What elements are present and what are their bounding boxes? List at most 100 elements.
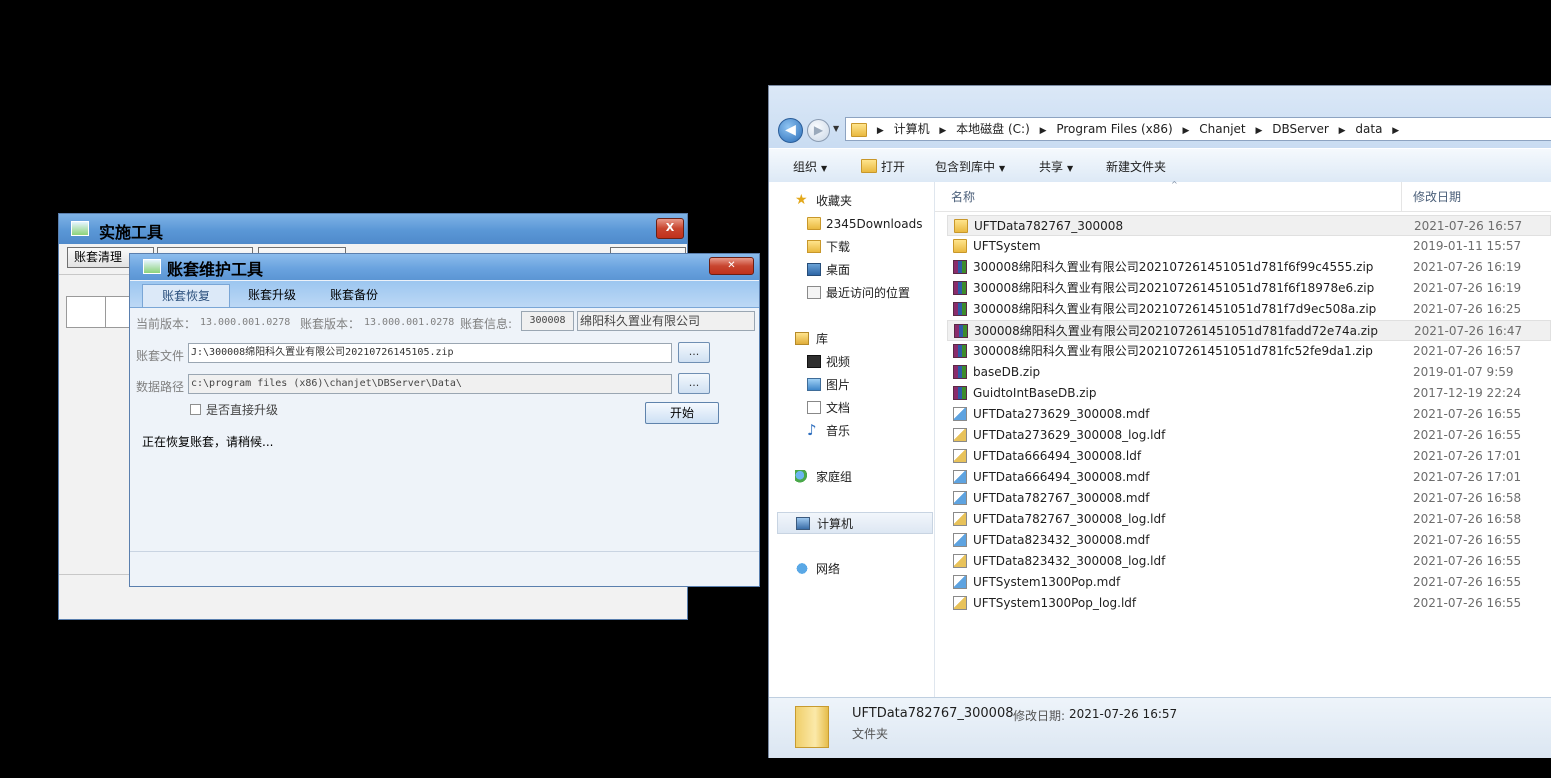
breadcrumb-chanjet[interactable]: Chanjet (1199, 118, 1245, 140)
zip-archive-icon (953, 386, 967, 400)
file-modified-date: 2021-07-26 17:01 (1413, 470, 1522, 484)
file-row[interactable]: UFTData782767_300008_log.ldf 2021-07-26 1… (947, 509, 1551, 530)
folder-icon (953, 239, 967, 253)
nav-libraries[interactable]: 库 (769, 328, 933, 350)
title-bar[interactable]: 账套维护工具 ✕ (130, 254, 759, 280)
organize-menu[interactable]: 组织 ▼ (793, 158, 827, 175)
file-modified-date: 2021-07-26 16:47 (1414, 324, 1523, 338)
file-row[interactable]: UFTSystem1300Pop_log.ldf 2021-07-26 16:55 (947, 593, 1551, 614)
folder-icon (954, 219, 968, 233)
picture-icon (807, 378, 821, 391)
breadcrumb-dbserver[interactable]: DBServer (1272, 118, 1329, 140)
file-row[interactable]: UFTData782767_300008.mdf 2021-07-26 16:58 (947, 488, 1551, 509)
file-row[interactable]: 300008绵阳科久置业有限公司202107261451051d781fadd7… (947, 320, 1551, 341)
column-modified[interactable]: 修改日期 (1413, 188, 1461, 205)
file-row[interactable]: UFTData273629_300008.mdf 2021-07-26 16:55 (947, 404, 1551, 425)
file-row[interactable]: baseDB.zip 2019-01-07 9:59 (947, 362, 1551, 383)
breadcrumb-local-disk[interactable]: 本地磁盘 (C:) (956, 118, 1030, 140)
zip-archive-icon (954, 324, 968, 338)
open-button[interactable]: 打开 (861, 158, 905, 175)
file-row[interactable]: UFTData823432_300008_log.ldf 2021-07-26 1… (947, 551, 1551, 572)
file-row[interactable]: UFTData666494_300008.mdf 2021-07-26 17:01 (947, 467, 1551, 488)
database-file-icon (953, 407, 967, 421)
nav-favorites[interactable]: ★ 收藏夹 (769, 190, 933, 212)
file-row[interactable]: 300008绵阳科久置业有限公司202107261451051d781f6f18… (947, 278, 1551, 299)
file-row[interactable]: UFTData273629_300008_log.ldf 2021-07-26 1… (947, 425, 1551, 446)
file-row[interactable]: UFTData782767_300008 2021-07-26 16:57 (947, 215, 1551, 236)
new-folder-button[interactable]: 新建文件夹 (1106, 158, 1166, 175)
close-button[interactable]: ✕ (709, 257, 754, 275)
nav-pictures[interactable]: 图片 (769, 374, 933, 396)
zip-archive-icon (953, 260, 967, 274)
file-row[interactable]: 300008绵阳科久置业有限公司202107261451051d781fc52f… (947, 341, 1551, 362)
breadcrumb-computer[interactable]: 计算机 (894, 118, 930, 140)
account-code-field: 300008 (521, 311, 574, 331)
account-info-label: 账套信息: (460, 317, 513, 331)
tab-upgrade[interactable]: 账套升级 (234, 284, 310, 307)
file-modified-date: 2019-01-07 9:59 (1413, 365, 1514, 379)
data-path-label: 数据路径 (136, 380, 185, 394)
nav-network[interactable]: 网络 (769, 558, 933, 580)
include-in-library-menu[interactable]: 包含到库中 ▼ (935, 158, 1005, 175)
file-row[interactable]: UFTData823432_300008.mdf 2021-07-26 16:55 (947, 530, 1551, 551)
file-name: GuidtoIntBaseDB.zip (973, 386, 1097, 400)
file-name: UFTData782767_300008.mdf (973, 491, 1150, 505)
file-row[interactable]: 300008绵阳科久置业有限公司202107261451051d781f7d9e… (947, 299, 1551, 320)
window-title: 实施工具 (99, 223, 164, 242)
file-row[interactable]: 300008绵阳科久置业有限公司202107261451051d781f6f99… (947, 257, 1551, 278)
file-modified-date: 2021-07-26 16:58 (1413, 512, 1522, 526)
column-name[interactable]: 名称 (951, 188, 975, 205)
back-button[interactable]: ◀ (778, 118, 803, 143)
file-row[interactable]: UFTSystem 2019-01-11 15:57 (947, 236, 1551, 257)
nav-homegroup[interactable]: 家庭组 (769, 466, 933, 488)
details-pane: UFTData782767_300008 修改日期: 2021-07-26 16… (769, 697, 1551, 758)
breadcrumb-data[interactable]: data (1355, 118, 1382, 140)
file-name: baseDB.zip (973, 365, 1041, 379)
details-name: UFTData782767_300008 (852, 706, 1014, 721)
nav-computer[interactable]: 计算机 (777, 512, 933, 534)
file-modified-date: 2021-07-26 16:57 (1413, 344, 1522, 358)
file-row[interactable]: GuidtoIntBaseDB.zip 2017-12-19 22:24 (947, 383, 1551, 404)
homegroup-icon (795, 470, 809, 483)
video-icon (807, 355, 821, 368)
file-name: 300008绵阳科久置业有限公司202107261451051d781fc52f… (973, 344, 1373, 358)
close-button[interactable]: X (656, 218, 684, 239)
command-bar: 组织 ▼ 打开 包含到库中 ▼ 共享 ▼ 新建文件夹 (769, 148, 1551, 183)
nav-videos[interactable]: 视频 (769, 351, 933, 373)
forward-button[interactable]: ▶ (807, 119, 830, 142)
nav-downloads[interactable]: 下载 (769, 236, 933, 258)
file-modified-date: 2021-07-26 16:55 (1413, 428, 1522, 442)
nav-2345downloads[interactable]: 2345Downloads (769, 213, 933, 235)
tab-backup[interactable]: 账套备份 (316, 284, 392, 307)
start-button[interactable]: 开始 (645, 402, 719, 424)
tab-panel: 当前版本： 13.000.001.0278 账套版本： 13.000.001.0… (130, 308, 759, 586)
nav-recent-places[interactable]: 最近访问的位置 (769, 282, 933, 304)
browse-path-button[interactable]: ... (678, 373, 710, 394)
account-file-input[interactable]: J:\300008绵阳科久置业有限公司20210726145105.zip (188, 343, 672, 363)
data-grid[interactable] (66, 296, 138, 328)
tab-restore[interactable]: 账套恢复 (142, 284, 230, 307)
document-icon (807, 401, 821, 414)
file-modified-date: 2021-07-26 16:25 (1413, 302, 1522, 316)
browse-file-button[interactable]: ... (678, 342, 710, 363)
log-file-icon (953, 449, 967, 463)
breadcrumb-program-files[interactable]: Program Files (x86) (1056, 118, 1172, 140)
file-row[interactable]: UFTData666494_300008.ldf 2021-07-26 17:01 (947, 446, 1551, 467)
file-name: UFTData273629_300008.mdf (973, 407, 1150, 421)
nav-documents[interactable]: 文档 (769, 397, 933, 419)
data-path-input[interactable]: c:\program files (x86)\chanjet\DBServer\… (188, 374, 672, 394)
app-icon (71, 221, 89, 236)
share-menu[interactable]: 共享 ▼ (1039, 158, 1073, 175)
recent-pages-chevron-icon[interactable]: ▼ (833, 124, 839, 133)
details-modified-value: 2021-07-26 16:57 (1069, 707, 1178, 721)
database-file-icon (953, 470, 967, 484)
address-bar[interactable]: ▶ 计算机 ▶ 本地磁盘 (C:) ▶ Program Files (x86) … (845, 117, 1551, 141)
direct-upgrade-checkbox[interactable] (190, 404, 201, 415)
nav-desktop[interactable]: 桌面 (769, 259, 933, 281)
title-bar[interactable]: 实施工具 X (59, 214, 687, 244)
current-version-value: 13.000.001.0278 (200, 317, 291, 328)
download-folder-icon (807, 240, 821, 253)
database-file-icon (953, 491, 967, 505)
nav-music[interactable]: ♪ 音乐 (769, 420, 933, 442)
file-row[interactable]: UFTSystem1300Pop.mdf 2021-07-26 16:55 (947, 572, 1551, 593)
